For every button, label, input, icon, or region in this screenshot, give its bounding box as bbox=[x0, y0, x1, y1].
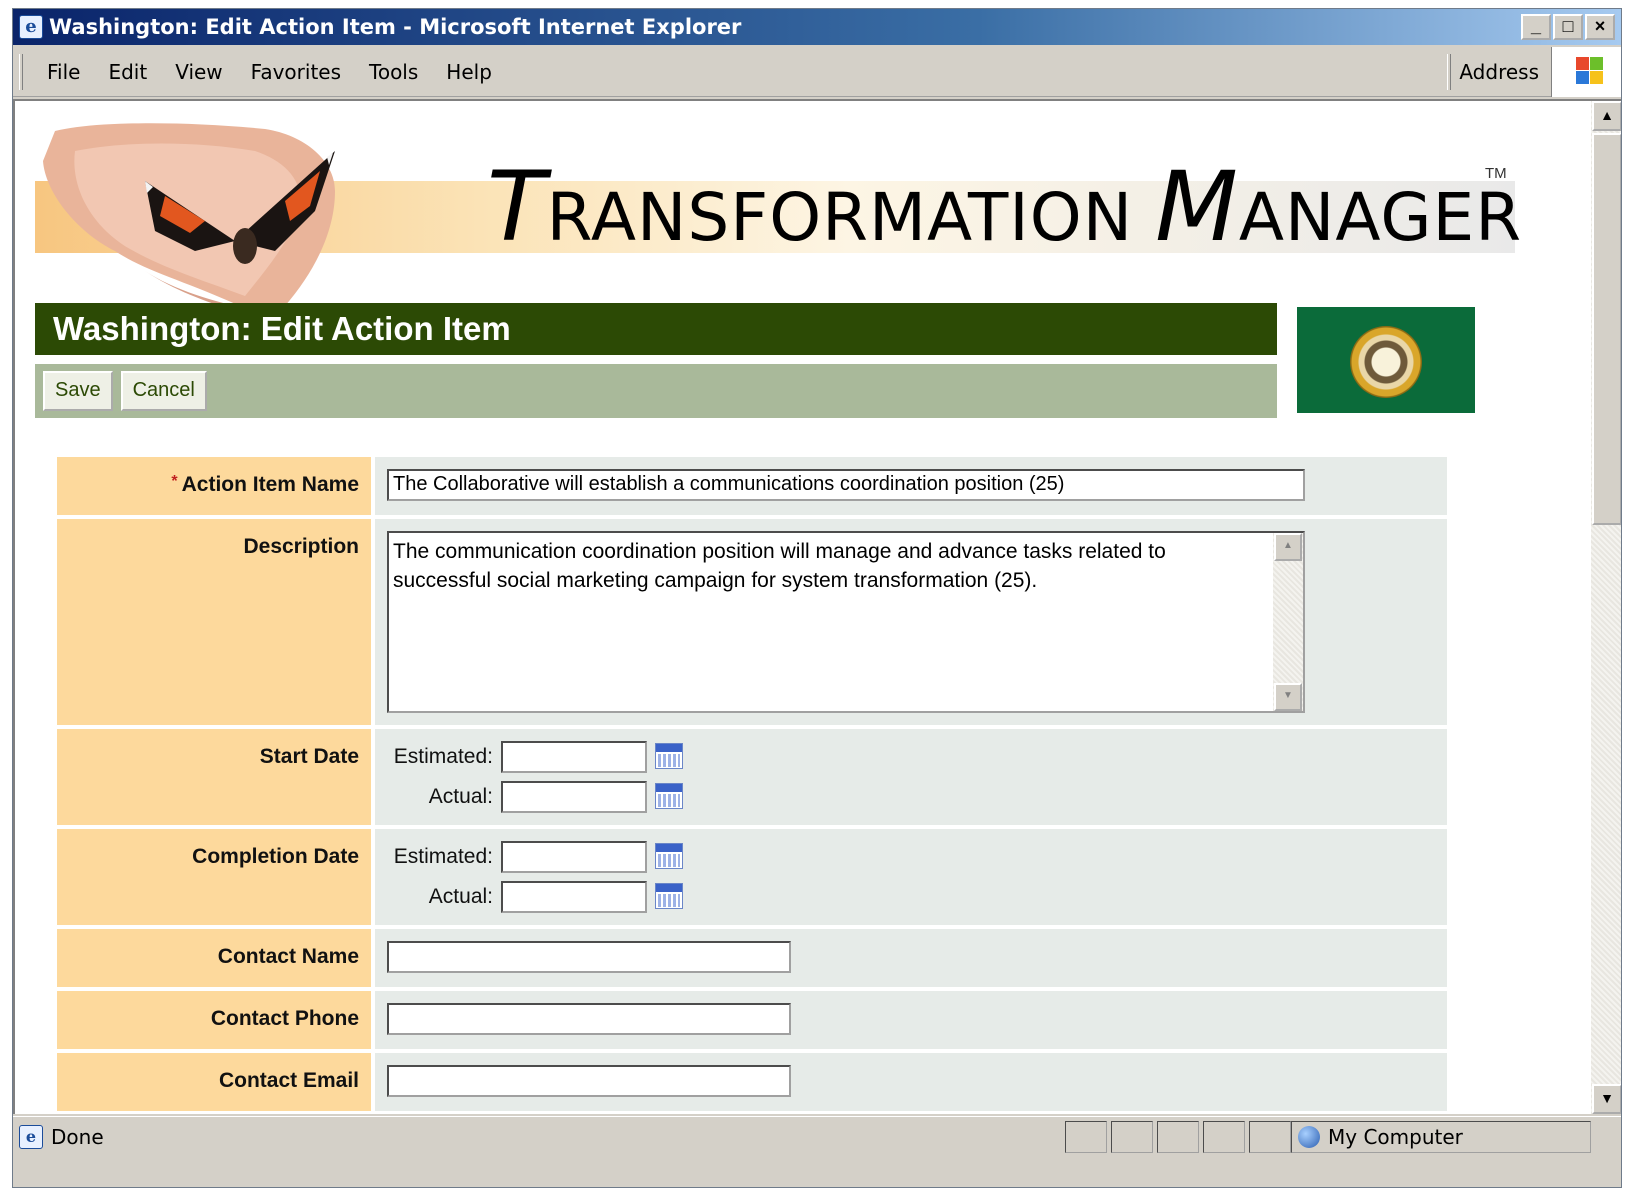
start-date-label: Start Date bbox=[57, 729, 371, 825]
scroll-down-icon[interactable]: ▼ bbox=[1592, 1084, 1621, 1114]
cancel-button[interactable]: Cancel bbox=[120, 371, 207, 411]
menu-edit[interactable]: Edit bbox=[94, 60, 161, 84]
page-title-bar: Washington: Edit Action Item bbox=[35, 303, 1277, 355]
contact-email-label: Contact Email bbox=[57, 1053, 371, 1111]
windows-logo-icon bbox=[1551, 47, 1621, 97]
menu-tools[interactable]: Tools bbox=[355, 60, 432, 84]
state-seal-icon bbox=[1350, 326, 1422, 398]
zone-label: My Computer bbox=[1328, 1125, 1463, 1149]
row-contact-phone: Contact Phone bbox=[57, 991, 1447, 1049]
completion-actual-input[interactable] bbox=[501, 881, 647, 913]
row-contact-name: Contact Name bbox=[57, 929, 1447, 987]
ie-icon: e bbox=[19, 15, 43, 39]
contact-name-input[interactable] bbox=[387, 941, 791, 973]
address-area: Address bbox=[1447, 47, 1621, 97]
product-logo: TRANSFORMATION MANAGER bbox=[487, 151, 1522, 263]
row-completion-date: Completion Date Estimated: Actual: bbox=[57, 829, 1447, 925]
contact-name-label: Contact Name bbox=[57, 929, 371, 987]
menu-bar: File Edit View Favorites Tools Help Addr… bbox=[13, 47, 1621, 97]
address-label[interactable]: Address bbox=[1459, 60, 1539, 84]
page-title: Washington: Edit Action Item bbox=[53, 310, 511, 347]
title-bar[interactable]: e Washington: Edit Action Item - Microso… bbox=[13, 9, 1621, 45]
completion-actual-label: Actual: bbox=[428, 885, 493, 908]
calendar-icon[interactable] bbox=[655, 743, 683, 769]
brand-letter-m: M bbox=[1155, 151, 1239, 263]
calendar-icon[interactable] bbox=[655, 783, 683, 809]
start-estimated-label: Estimated: bbox=[393, 745, 493, 768]
start-actual-label: Actual: bbox=[428, 785, 493, 808]
brand-word-anager: ANAGER bbox=[1238, 179, 1523, 256]
status-panes bbox=[1065, 1121, 1291, 1153]
value-completion-date: Estimated: Actual: bbox=[375, 829, 1447, 925]
start-estimated-input[interactable] bbox=[501, 741, 647, 773]
page-status-icon: e bbox=[19, 1124, 43, 1149]
action-item-name-input[interactable]: The Collaborative will establish a commu… bbox=[387, 469, 1305, 501]
label-action-item-name: * Action Item Name bbox=[57, 457, 371, 515]
completion-date-label: Completion Date bbox=[57, 829, 371, 925]
browser-window: e Washington: Edit Action Item - Microso… bbox=[12, 8, 1622, 1188]
butterfly-hand-image bbox=[43, 123, 335, 311]
maximize-button[interactable]: □ bbox=[1553, 14, 1583, 40]
contact-phone-input[interactable] bbox=[387, 1003, 791, 1035]
brand-word-ransformation: RANSFORMATION bbox=[546, 179, 1156, 256]
contact-email-input[interactable] bbox=[387, 1065, 791, 1097]
description-label: Description bbox=[57, 519, 371, 725]
description-textarea[interactable]: The communication coordination position … bbox=[387, 531, 1305, 713]
completion-estimated-label: Estimated: bbox=[393, 845, 493, 868]
required-marker: * bbox=[171, 473, 178, 490]
status-pane bbox=[1157, 1121, 1199, 1153]
edit-action-item-form: * Action Item Name The Collaborative will… bbox=[57, 457, 1447, 1114]
row-start-date: Start Date Estimated: Actual: bbox=[57, 729, 1447, 825]
minimize-button[interactable]: _ bbox=[1521, 14, 1551, 40]
page-scrollbar[interactable]: ▲ ▼ bbox=[1591, 101, 1621, 1114]
value-contact-phone bbox=[375, 991, 1447, 1049]
banner: TRANSFORMATION MANAGER TM bbox=[35, 119, 1521, 311]
menu-favorites[interactable]: Favorites bbox=[237, 60, 355, 84]
action-bar: Save Cancel bbox=[35, 364, 1277, 418]
scroll-up-icon[interactable]: ▲ bbox=[1592, 101, 1621, 131]
washington-flag-image bbox=[1297, 307, 1475, 413]
close-button[interactable]: × bbox=[1585, 14, 1615, 40]
page-viewport: TRANSFORMATION MANAGER TM Washington: Ed… bbox=[13, 99, 1621, 1114]
description-text: The communication coordination position … bbox=[393, 540, 1166, 592]
security-zone[interactable]: My Computer bbox=[1291, 1121, 1591, 1153]
contact-phone-label: Contact Phone bbox=[57, 991, 371, 1049]
completion-estimated-input[interactable] bbox=[501, 841, 647, 873]
status-pane bbox=[1203, 1121, 1245, 1153]
brand-letter-t: T bbox=[487, 151, 547, 263]
menu-file[interactable]: File bbox=[33, 60, 94, 84]
status-bar: e Done My Computer bbox=[13, 1116, 1621, 1156]
value-contact-email bbox=[375, 1053, 1447, 1111]
menu-help[interactable]: Help bbox=[432, 60, 506, 84]
row-action-item-name: * Action Item Name The Collaborative will… bbox=[57, 457, 1447, 515]
status-pane bbox=[1065, 1121, 1107, 1153]
status-pane bbox=[1249, 1121, 1291, 1153]
address-grip[interactable] bbox=[1447, 54, 1452, 90]
status-text: Done bbox=[51, 1124, 104, 1149]
description-scrollbar[interactable]: ▲ ▼ bbox=[1273, 533, 1303, 711]
trademark-mark: TM bbox=[1485, 165, 1507, 182]
save-button[interactable]: Save bbox=[43, 371, 113, 411]
menu-view[interactable]: View bbox=[161, 60, 236, 84]
window-title: Washington: Edit Action Item - Microsoft… bbox=[49, 15, 742, 39]
scrollbar-thumb[interactable] bbox=[1592, 133, 1621, 525]
row-description: Description The communication coordinati… bbox=[57, 519, 1447, 725]
menu-grip[interactable] bbox=[19, 53, 23, 90]
start-actual-input[interactable] bbox=[501, 781, 647, 813]
value-start-date: Estimated: Actual: bbox=[375, 729, 1447, 825]
my-computer-icon bbox=[1298, 1126, 1320, 1148]
calendar-icon[interactable] bbox=[655, 883, 683, 909]
row-contact-email: Contact Email bbox=[57, 1053, 1447, 1111]
calendar-icon[interactable] bbox=[655, 843, 683, 869]
action-item-name-label: Action Item Name bbox=[181, 473, 359, 496]
value-action-item-name: The Collaborative will establish a commu… bbox=[375, 457, 1447, 515]
window-controls: _ □ × bbox=[1521, 14, 1615, 40]
scroll-down-icon[interactable]: ▼ bbox=[1274, 683, 1302, 711]
value-description: The communication coordination position … bbox=[375, 519, 1447, 725]
status-pane bbox=[1111, 1121, 1153, 1153]
value-contact-name bbox=[375, 929, 1447, 987]
scroll-up-icon[interactable]: ▲ bbox=[1274, 533, 1302, 561]
